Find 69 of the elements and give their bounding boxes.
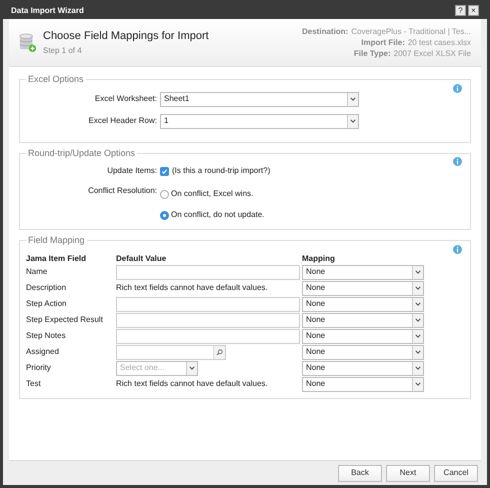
field-name: Step Notes: [26, 330, 67, 342]
column-header: Mapping: [302, 252, 336, 264]
dropdown[interactable]: Sheet1: [160, 92, 359, 106]
caret-icon: [415, 285, 421, 291]
caret-icon: [415, 269, 421, 275]
note-text: Rich text fields cannot have default values.: [116, 282, 269, 294]
input-field[interactable]: [116, 296, 300, 312]
dropdown[interactable]: None: [302, 280, 424, 296]
section-legend: Round-trip/Update Options: [26, 146, 138, 160]
wizard-title: Choose Field Mappings for Import: [43, 29, 210, 44]
dropdown[interactable]: None: [302, 296, 424, 312]
caret-icon: [415, 317, 421, 323]
info-label: Destination:: [302, 26, 348, 37]
radio-option[interactable]: On conflict, Excel wins.: [160, 188, 264, 200]
titlebar-button[interactable]: ×: [468, 5, 479, 16]
dropdown[interactable]: 1: [160, 114, 359, 128]
field-name: Description: [26, 282, 68, 294]
dropdown[interactable]: None: [302, 328, 424, 344]
step-indicator: Step 1 of 4: [43, 44, 83, 57]
wizard-button[interactable]: Cancel: [434, 464, 478, 482]
info-icon[interactable]: [453, 244, 462, 254]
caret-icon: [189, 365, 195, 371]
input-field[interactable]: [116, 312, 300, 328]
input-field[interactable]: [116, 264, 300, 280]
database-add-icon: [19, 32, 37, 52]
caret-icon: [415, 381, 421, 387]
info-value: 20 test cases.xlsx: [408, 37, 471, 48]
caret-icon: [415, 349, 421, 355]
field-name: Priority: [26, 362, 52, 374]
search-field[interactable]: [116, 344, 226, 360]
info-icon[interactable]: [453, 84, 462, 92]
field-name: Name: [26, 266, 48, 278]
window-title: Data Import Wizard: [11, 4, 85, 16]
field-name: Test: [26, 378, 42, 390]
dropdown[interactable]: None: [302, 264, 424, 280]
caret-icon: [350, 118, 356, 124]
section-legend: Field Mapping: [26, 234, 87, 248]
wizard-button[interactable]: Next: [386, 464, 430, 482]
titlebar-button[interactable]: ?: [455, 5, 466, 16]
caret-icon: [415, 301, 421, 307]
dropdown[interactable]: None: [302, 344, 424, 360]
checkbox-label: (Is this a round-trip import?): [172, 165, 270, 177]
field-name: Assigned: [26, 346, 60, 358]
field-name: Step Expected Result: [26, 314, 104, 326]
radio-option[interactable]: On conflict, do not update.: [160, 209, 264, 221]
column-header: Default Value: [116, 252, 168, 264]
dropdown[interactable]: None: [302, 312, 424, 328]
wizard-button[interactable]: Back: [338, 464, 382, 482]
caret-icon: [350, 96, 356, 102]
caret-icon: [415, 365, 421, 371]
search-icon: [216, 348, 223, 356]
field-label: Update Items:: [106, 165, 157, 177]
info-icon[interactable]: [453, 157, 462, 166]
column-header: Jama Item Field: [26, 252, 88, 264]
dropdown[interactable]: None: [302, 360, 424, 376]
dropdown[interactable]: None: [302, 376, 424, 392]
section-legend: Excel Options: [26, 73, 86, 86]
info-value: CoveragePlus - Traditional | Tes...: [351, 26, 471, 37]
note-text: Rich text fields cannot have default values.: [116, 378, 269, 390]
info-label: Import File:: [361, 37, 405, 48]
field-label: Excel Header Row:: [88, 115, 157, 127]
input-field[interactable]: [116, 328, 300, 344]
info-value: 2007 Excel XLSX File: [394, 48, 471, 59]
field-name: Step Action: [26, 298, 68, 310]
checkbox[interactable]: [160, 166, 169, 176]
info-label: File Type:: [354, 48, 391, 59]
caret-icon: [415, 333, 421, 339]
field-label: Conflict Resolution:: [87, 185, 157, 197]
field-label: Excel Worksheet:: [94, 93, 157, 105]
